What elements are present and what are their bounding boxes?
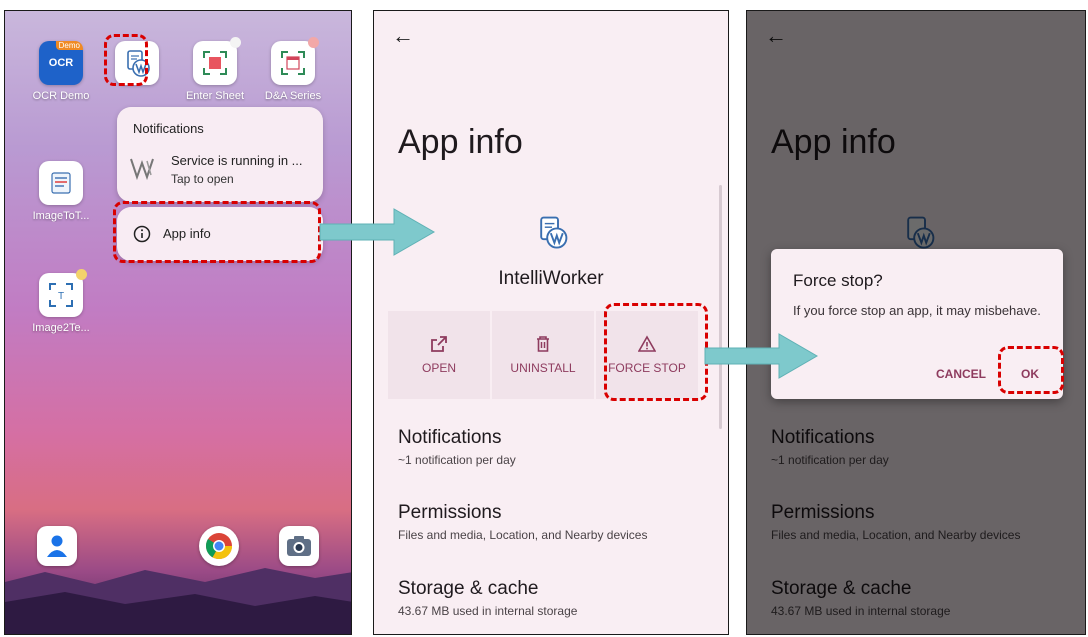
open-icon — [431, 336, 447, 352]
flow-arrow-1 — [319, 208, 436, 256]
trash-icon — [537, 336, 549, 352]
app-enter-sheet[interactable]: Enter Sheet — [183, 37, 247, 102]
section-subtitle: Files and media, Location, and Nearby de… — [398, 528, 648, 542]
contacts-icon[interactable] — [37, 526, 77, 566]
page-title: App info — [398, 123, 523, 161]
section-title: Storage & cache — [398, 578, 539, 599]
notification-dot — [76, 269, 87, 280]
camera-icon[interactable] — [279, 526, 319, 566]
section-subtitle: 43.67 MB used in internal storage — [398, 604, 578, 618]
app-label: D&A Series — [264, 90, 322, 102]
home-screen-panel: OCR Demo OCR Demo Enter Sheet D&A Series… — [4, 10, 352, 635]
section-title: Notifications — [398, 427, 502, 448]
wallpaper-mountains — [5, 568, 351, 634]
notification-popup: Notifications Service is running in ... … — [117, 107, 323, 202]
scrollbar[interactable] — [719, 185, 722, 429]
force-stop-dialog-panel: ← App info Notifications ~1 notification… — [746, 10, 1086, 635]
notification-dot — [230, 37, 241, 48]
scan-icon — [193, 37, 241, 85]
dialog-title: Force stop? — [793, 271, 883, 290]
intelliworker-icon — [534, 214, 570, 250]
open-button[interactable]: OPEN — [388, 311, 490, 399]
app-label: ImageToT... — [32, 210, 90, 222]
demo-badge: Demo — [55, 41, 83, 50]
image-to-text-icon — [39, 161, 83, 205]
open-label: OPEN — [421, 361, 456, 375]
app-image-to-text[interactable]: ImageToT... — [29, 161, 93, 222]
app-ocr-demo[interactable]: OCR Demo OCR Demo — [29, 41, 93, 102]
back-arrow-icon[interactable]: ← — [392, 23, 414, 49]
image2text-icon: T — [39, 269, 87, 317]
dialog-message: If you force stop an app, it may misbeha… — [793, 303, 1041, 318]
cancel-button[interactable]: CANCEL — [936, 367, 986, 381]
highlight-app-icon — [104, 34, 148, 86]
intelliworker-logo-icon — [130, 158, 154, 181]
ocr-icon: OCR Demo — [39, 41, 83, 85]
highlight-ok-button — [998, 346, 1064, 394]
section-subtitle: ~1 notification per day — [398, 453, 516, 467]
chrome-icon[interactable] — [199, 526, 239, 566]
app-image2text[interactable]: T Image2Te... — [29, 269, 93, 334]
notification-dot — [308, 37, 319, 48]
svg-text:T: T — [58, 291, 64, 302]
app-calendar[interactable]: D&A Series — [261, 37, 325, 102]
app-label: Image2Te... — [32, 322, 90, 334]
app-label: OCR Demo — [32, 90, 90, 102]
notification-title: Service is running in ... — [171, 153, 303, 168]
app-label: Enter Sheet — [185, 90, 245, 102]
notification-item[interactable]: Service is running in ... Tap to open — [129, 151, 311, 191]
app-name: IntelliWorker — [498, 268, 604, 289]
highlight-force-stop — [604, 303, 708, 401]
uninstall-button[interactable]: UNINSTALL — [492, 311, 594, 399]
section-title: Permissions — [398, 502, 502, 523]
uninstall-label: UNINSTALL — [510, 361, 576, 375]
calendar-icon — [271, 37, 319, 85]
notification-subtitle: Tap to open — [171, 172, 234, 186]
popup-title: Notifications — [133, 121, 204, 136]
flow-arrow-2 — [704, 333, 818, 379]
highlight-app-info — [113, 201, 321, 263]
